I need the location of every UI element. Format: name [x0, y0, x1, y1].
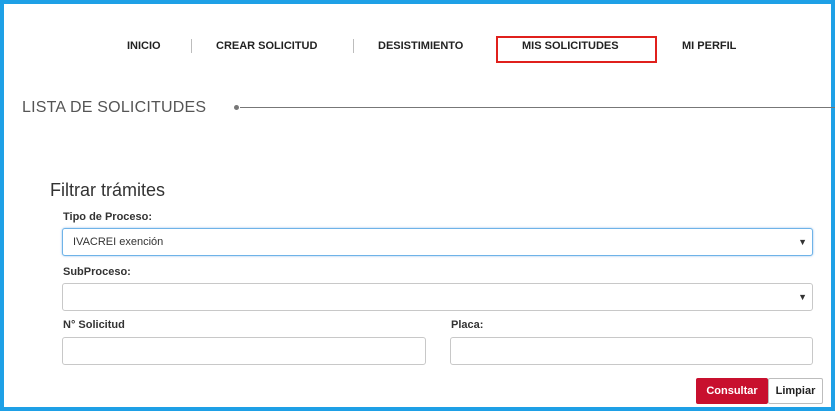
filter-title: Filtrar trámites	[50, 180, 166, 200]
tipo-proceso-value: IVACREI exención	[73, 236, 164, 248]
nav-item-desistimiento[interactable]: DESISTIMIENTO	[378, 40, 463, 52]
solicitud-label: N° Solicitud	[63, 319, 125, 331]
subproceso-select[interactable]: ▼	[62, 283, 813, 311]
subproceso-label: SubProceso:	[63, 266, 131, 278]
tipo-proceso-select[interactable]: IVACREI exención ▼	[62, 228, 813, 256]
nav-divider	[353, 39, 354, 53]
nav-item-mis-solicitudes[interactable]: MIS SOLICITUDES	[522, 40, 619, 52]
chevron-down-icon: ▼	[798, 237, 807, 247]
consultar-button[interactable]: Consultar	[696, 378, 768, 404]
top-nav: INICIO CREAR SOLICITUD DESISTIMIENTO MIS…	[4, 36, 835, 63]
nav-item-mi-perfil[interactable]: MI PERFIL	[682, 40, 736, 52]
limpiar-button[interactable]: Limpiar	[768, 378, 823, 404]
chevron-down-icon: ▼	[798, 292, 807, 302]
nav-item-inicio[interactable]: INICIO	[127, 40, 161, 52]
section-divider-dot	[234, 105, 239, 110]
placa-input[interactable]	[450, 337, 813, 365]
tipo-proceso-label: Tipo de Proceso:	[63, 211, 153, 223]
section-divider-line	[240, 107, 835, 108]
app-frame: INICIO CREAR SOLICITUD DESISTIMIENTO MIS…	[0, 0, 835, 411]
placa-label: Placa:	[451, 319, 484, 331]
nav-divider	[191, 39, 192, 53]
section-title: LISTA DE SOLICITUDES	[22, 99, 207, 116]
nav-item-crear-solicitud[interactable]: CREAR SOLICITUD	[216, 40, 317, 52]
solicitud-input[interactable]	[62, 337, 426, 365]
